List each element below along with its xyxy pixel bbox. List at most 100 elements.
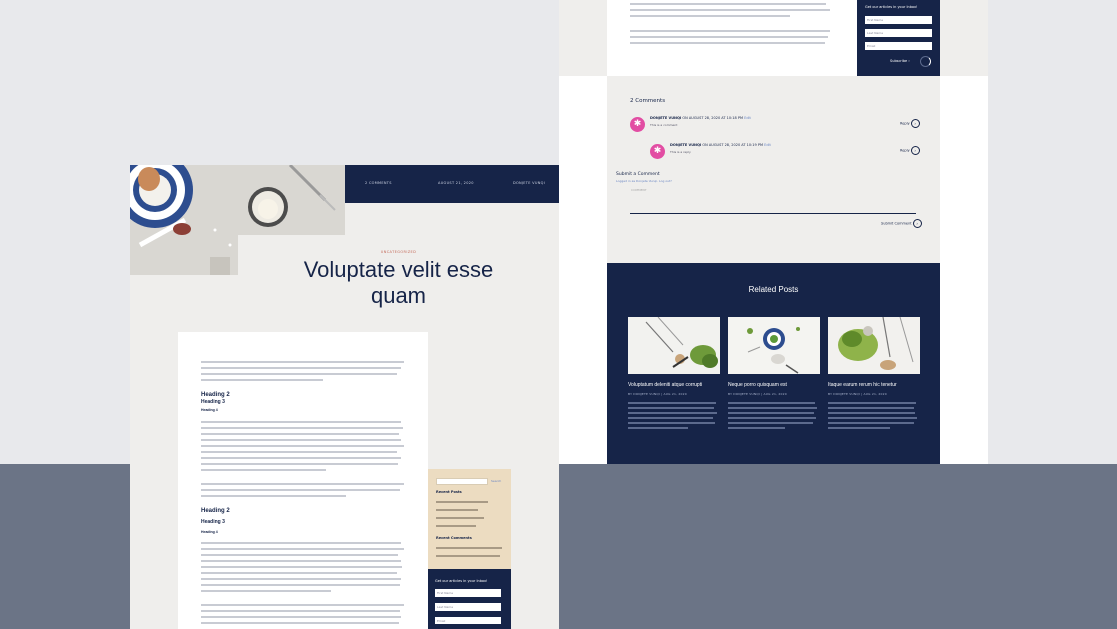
post-title-line-1: Voluptate velit esse [303,257,494,282]
text-line [201,439,401,441]
first-name-field[interactable]: First Name [865,16,932,24]
comments-section: 2 Comments ✱ DONJETE VUNQI ON AUGUST 28,… [607,76,940,263]
reply-label: Reply [900,121,910,126]
text-line [201,622,399,624]
related-post-excerpt [828,402,920,429]
last-name-field[interactable]: Last Name [865,29,932,37]
last-name-field[interactable]: Last Name [435,603,501,611]
related-post-title[interactable]: Itaque earum rerum hic tenetur [828,382,920,388]
subscribe-button[interactable]: Subscribe › [890,59,910,63]
comment-edit-link[interactable]: Edit [744,116,751,120]
comment-edit-link[interactable]: Edit [764,143,771,147]
avatar: ✱ [630,117,645,132]
text-line [201,379,323,381]
logged-in-notice[interactable]: Logged in as Donjete Vunqi. Log out? [616,179,672,183]
chevron-right-icon: › [908,59,910,63]
email-field[interactable]: Email [865,42,932,50]
meta-date: AUGUST 21, 2020 [438,181,474,185]
text-line [630,42,825,44]
text-line [630,30,830,32]
related-post-image[interactable] [628,317,720,374]
reply-label: Reply [900,148,910,153]
comment-text: This is a reply [670,150,691,154]
meta-comments[interactable]: 2 COMMENTS [365,181,392,185]
page-margin-right [940,76,988,464]
related-post-meta: BY DONJETE VUNQI | AUG 21, 2020 [628,392,687,396]
text-line [201,604,404,606]
related-post-image[interactable] [828,317,920,374]
sidebar: Search Recent Posts Recent Comments [428,469,511,569]
related-post-card[interactable]: Voluptatum deleniti atque corrupti BY DO… [628,317,720,432]
heading-3: Heading 3 [201,519,225,525]
comment-author[interactable]: DONJETE VUNQI [650,116,681,120]
recent-post-link[interactable] [436,525,476,527]
comment-date[interactable]: ON AUGUST 28, 2020 AT 10:18 PM [682,116,743,120]
loading-spinner-icon [920,56,931,67]
text-line [201,542,401,544]
subscribe-label: Subscribe [890,59,908,63]
sidebar-search-input[interactable] [436,478,488,485]
recent-post-link[interactable] [436,517,484,519]
text-line [201,560,401,562]
heading-3: Heading 3 [201,399,225,405]
recent-post-link[interactable] [436,501,488,503]
sidebar-newsletter: Get our articles in your Inbox! First Na… [857,0,940,76]
comment-field-underline [630,213,916,214]
related-post-card[interactable]: Itaque earum rerum hic tenetur BY DONJET… [828,317,920,432]
text-line [201,548,404,550]
text-line [201,566,402,568]
reply-button[interactable]: Reply › [900,119,920,128]
recent-comment-link[interactable] [436,555,500,557]
related-post-image-art [628,317,720,374]
comment-date[interactable]: ON AUGUST 28, 2020 AT 10:19 PM [702,143,763,147]
meta-author[interactable]: DONJETE VUNQI [513,181,545,185]
comment-author[interactable]: DONJETE VUNQI [670,143,701,147]
text-line [201,445,404,447]
first-name-field[interactable]: First Name [435,589,501,597]
comment-text: This is a comment [650,123,678,127]
related-post-card[interactable]: Neque porro quisquam est BY DONJETE VUNQ… [728,317,820,432]
submit-comment-button[interactable]: Submit Comment › [881,219,922,228]
comment-textarea[interactable] [630,186,916,213]
related-post-image[interactable] [728,317,820,374]
text-line [201,584,400,586]
text-line [201,489,400,491]
page-margin-left [559,76,607,464]
text-line [201,373,397,375]
recent-post-link[interactable] [436,509,478,511]
right-page-preview: Get our articles in your Inbox! First Na… [559,0,988,464]
sidebar-newsletter: Get our articles in your Inbox! First Na… [428,569,511,629]
comment-author-line: DONJETE VUNQI ON AUGUST 28, 2020 AT 10:1… [650,116,751,120]
text-line [201,367,401,369]
text-line [201,451,397,453]
heading-4: Heading 4 [201,408,218,412]
text-line [630,3,826,5]
sidebar-search-button[interactable]: Search [491,479,501,483]
text-line [201,469,326,471]
text-line [630,9,830,11]
related-post-excerpt [628,402,720,429]
heading-2: Heading 2 [201,508,230,514]
text-line [630,15,790,17]
text-line [201,554,398,556]
article-body-end [607,0,857,76]
text-line [201,361,404,363]
reply-button[interactable]: Reply › [900,146,920,155]
heading-4: Heading 4 [201,530,218,534]
text-line [201,421,401,423]
related-post-title[interactable]: Neque porro quisquam est [728,382,820,388]
submit-comment-heading: Submit a Comment [616,172,660,177]
text-line [201,463,398,465]
text-line [201,495,346,497]
comment-author-line: DONJETE VUNQI ON AUGUST 28, 2020 AT 10:1… [670,143,771,147]
text-line [201,590,331,592]
related-post-title[interactable]: Voluptatum deleniti atque corrupti [628,382,720,388]
post-category[interactable]: UNCATEGORIZED [238,250,559,254]
text-line [201,427,403,429]
text-line [630,36,828,38]
article-body: Heading 2 Heading 3 Heading 4 Heading 2 … [178,332,428,629]
recent-comment-link[interactable] [436,547,502,549]
email-field[interactable]: Email [435,617,501,624]
related-post-image-art [728,317,820,374]
heading-2: Heading 2 [201,392,230,398]
